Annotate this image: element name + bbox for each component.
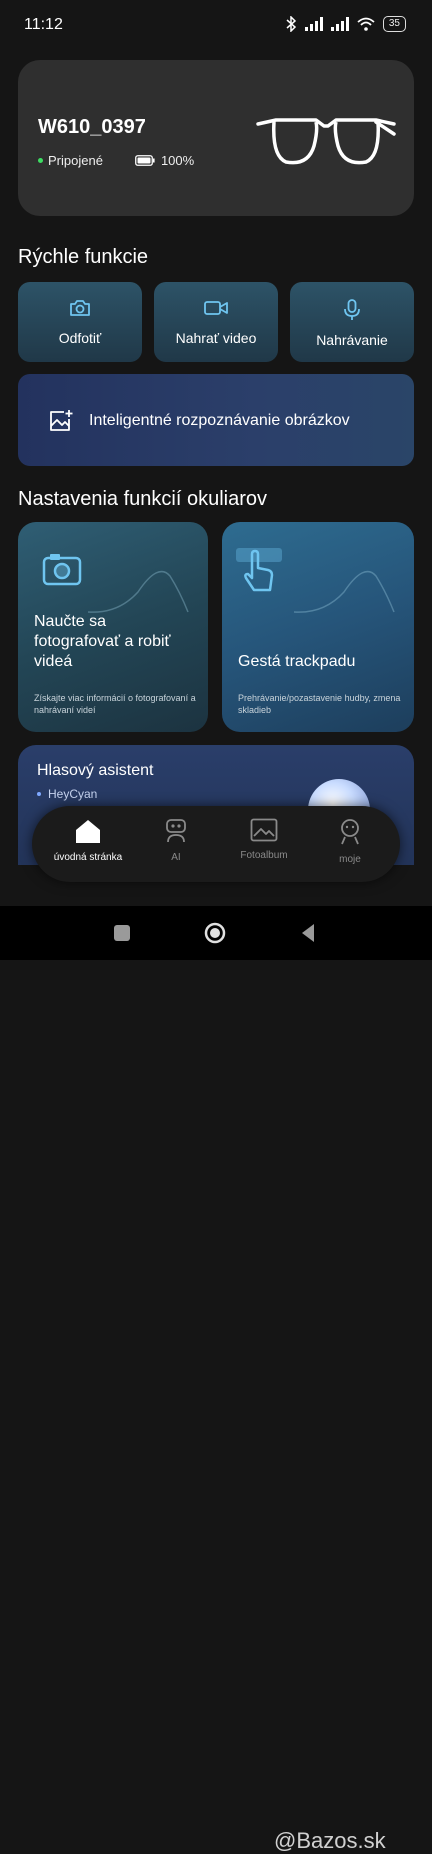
camera-icon bbox=[42, 554, 82, 586]
bottom-navigation: úvodná stránka AI Fotoalbum moje bbox=[32, 806, 400, 882]
quick-functions-title: Rýchle funkcie bbox=[18, 246, 149, 268]
battery-icon bbox=[135, 155, 155, 166]
nav-ai[interactable]: AI bbox=[136, 818, 216, 863]
home-icon bbox=[76, 820, 100, 843]
nav-me[interactable]: moje bbox=[310, 818, 390, 865]
battery-indicator: 35 bbox=[382, 16, 406, 32]
wave-decoration bbox=[294, 570, 395, 613]
wifi-icon bbox=[357, 17, 375, 31]
learn-photo-video-card[interactable]: Naučte sa fotografovať a robiť videá Zís… bbox=[18, 522, 208, 732]
nav-album-label: Fotoalbum bbox=[240, 850, 288, 861]
glasses-icon bbox=[256, 118, 396, 165]
record-video-label: Nahrať video bbox=[175, 330, 257, 346]
learn-card-title: Naučte sa fotografovať a robiť videá bbox=[34, 613, 171, 670]
status-bar: 11:12 35 bbox=[0, 0, 432, 50]
signal-icon-2 bbox=[330, 17, 349, 31]
take-photo-label: Odfotiť bbox=[58, 330, 102, 346]
trackpad-card-subtitle: Prehrávanie/pozastavenie hudby, zmena sk… bbox=[238, 693, 401, 715]
back-icon[interactable] bbox=[300, 923, 316, 943]
learn-card-subtitle: Získajte viac informácií o fotografovaní… bbox=[34, 693, 196, 715]
image-add-icon bbox=[50, 410, 73, 431]
watermark: @Bazos.sk bbox=[274, 1828, 386, 1853]
photo-album-icon bbox=[250, 818, 278, 842]
ai-image-recognition-button[interactable]: Inteligentné rozpoznávanie obrázkov bbox=[18, 374, 414, 466]
video-camera-icon bbox=[204, 301, 228, 315]
trackpad-card-title: Gestá trackpadu bbox=[238, 653, 356, 670]
nav-home[interactable]: úvodná stránka bbox=[48, 818, 128, 863]
glasses-settings-title: Nastavenia funkcií okuliarov bbox=[18, 488, 268, 510]
connection-status: Pripojené bbox=[48, 153, 103, 168]
signal-icon bbox=[304, 17, 323, 31]
device-name: W610_0397 bbox=[38, 116, 146, 138]
bluetooth-icon bbox=[286, 16, 296, 32]
device-battery: 100% bbox=[160, 153, 195, 168]
take-photo-button[interactable]: Odfotiť bbox=[18, 282, 142, 362]
nav-ai-label: AI bbox=[171, 852, 181, 863]
status-icons: 35 bbox=[285, 16, 406, 32]
robot-icon bbox=[166, 819, 186, 843]
trackpad-gestures-card[interactable]: Gestá trackpadu Prehrávanie/pozastavenie… bbox=[222, 522, 414, 732]
bullet-dot bbox=[37, 792, 41, 796]
voice-assistant-subtitle: HeyCyan bbox=[37, 787, 97, 801]
voice-assistant-title: Hlasový asistent bbox=[37, 762, 154, 779]
ai-image-recognition-label: Inteligentné rozpoznávanie obrázkov bbox=[89, 412, 350, 429]
assistant-name: HeyCyan bbox=[48, 787, 98, 801]
recent-apps-icon[interactable] bbox=[114, 925, 130, 941]
audio-recording-label: Nahrávanie bbox=[316, 332, 388, 348]
nav-home-label: úvodná stránka bbox=[53, 852, 123, 863]
home-button-icon[interactable] bbox=[204, 922, 226, 944]
system-navigation-bar: @Bazos.sk bbox=[0, 906, 432, 1853]
nav-album[interactable]: Fotoalbum bbox=[224, 818, 304, 861]
audio-recording-button[interactable]: Nahrávanie bbox=[290, 282, 414, 362]
device-status: Pripojené 100% bbox=[38, 153, 194, 168]
camera-icon bbox=[70, 300, 90, 316]
nav-me-label: moje bbox=[339, 854, 361, 865]
microphone-icon bbox=[344, 299, 360, 320]
touch-gesture-icon bbox=[236, 548, 282, 592]
device-card[interactable]: W610_0397 Pripojené 100% bbox=[18, 60, 414, 216]
record-video-button[interactable]: Nahrať video bbox=[154, 282, 278, 362]
profile-icon bbox=[341, 819, 359, 845]
connected-dot bbox=[38, 158, 43, 163]
status-time: 11:12 bbox=[24, 16, 63, 33]
